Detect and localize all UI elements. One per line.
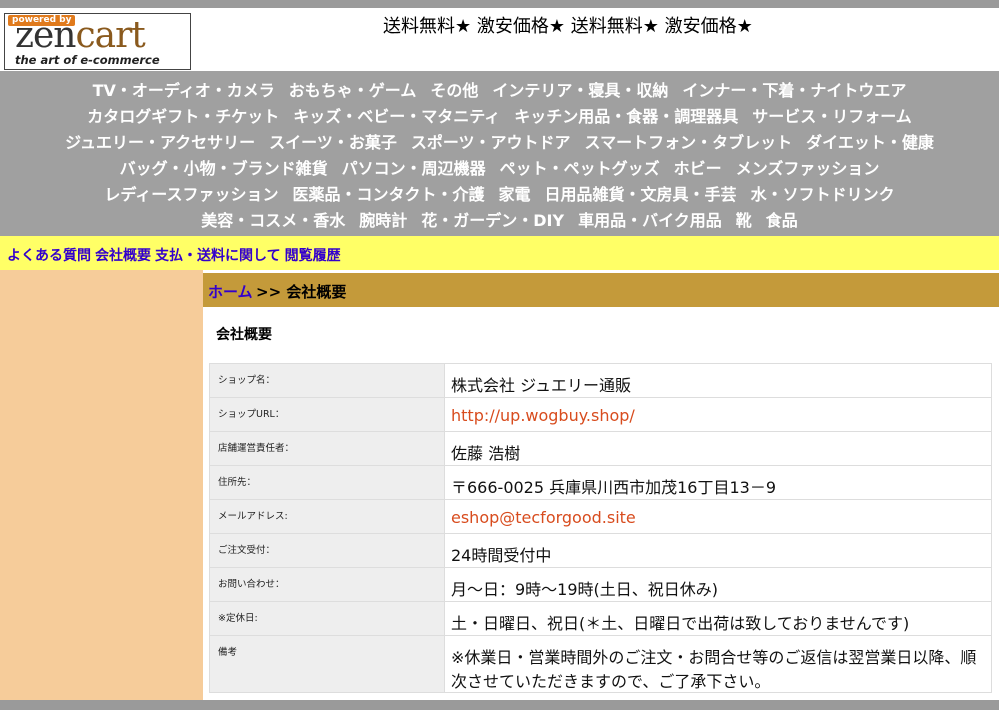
category-link[interactable]: ホビー: [674, 159, 722, 178]
category-row: ジュエリー・アクセサリー スイーツ・お菓子 スポーツ・アウトドア スマートフォン・タブ…: [0, 130, 999, 156]
category-row: バッグ・小物・ブランド雑貨 パソコン・周辺機器 ペット・ペットグッズ ホビー メンズファ…: [0, 156, 999, 182]
info-row: メールアドレス: eshop@tecforgood.site: [209, 499, 992, 534]
info-row: ショップ名： 株式会社 ジュエリー通販: [209, 363, 992, 398]
help-link[interactable]: 会社概要: [95, 248, 151, 264]
info-value: 24時間受付中: [444, 533, 992, 568]
category-link[interactable]: 家電: [499, 185, 531, 204]
category-row: 美容・コスメ・香水 腕時計 花・ガーデン・DIY 車用品・バイク用品靴食品: [0, 208, 999, 234]
category-nav: TV・オーディオ・カメラ おもちゃ・ゲーム その他 インテリア・寝具・収納 インナー・下…: [0, 71, 999, 236]
category-link[interactable]: 花・ガーデン・DIY: [421, 211, 564, 230]
category-link[interactable]: 食品: [766, 211, 798, 230]
logo-wordmark: zencart: [15, 15, 146, 56]
page-title: 会社概要: [216, 327, 272, 343]
category-link[interactable]: ペット・ペットグッズ: [500, 159, 660, 178]
category-link[interactable]: レディースファッション: [104, 185, 278, 204]
category-link[interactable]: キッチン用品・食器・調理器具: [514, 107, 738, 126]
category-link[interactable]: インテリア・寝具・収納: [492, 81, 668, 100]
info-value: 株式会社 ジュエリー通販: [444, 363, 992, 398]
category-link[interactable]: バッグ・小物・ブランド雑貨: [120, 159, 328, 178]
category-link[interactable]: 靴: [736, 211, 752, 230]
info-label: ショップ名：: [209, 363, 445, 398]
category-link[interactable]: 美容・コスメ・香水: [201, 211, 345, 230]
category-row: カタログギフト・チケット キッズ・ベビー・マタニティ キッチン用品・食器・調理器具サ…: [0, 104, 999, 130]
help-links-bar: よくある質問 会社概要 支払・送料に関して 閲覧履歴: [0, 236, 999, 270]
category-link[interactable]: カタログギフト・チケット: [87, 107, 279, 126]
category-link[interactable]: スイーツ・お菓子: [269, 133, 397, 152]
help-link[interactable]: 支払・送料に関して: [155, 248, 281, 264]
info-label: ご注文受付：: [209, 533, 445, 568]
category-link[interactable]: メンズファッション: [736, 159, 880, 178]
category-link[interactable]: キッズ・ベビー・マタニティ: [293, 107, 500, 126]
category-link[interactable]: 日用品雑貨・文房具・手芸: [545, 185, 737, 204]
footer-strip: [0, 700, 999, 710]
category-row: TV・オーディオ・カメラ おもちゃ・ゲーム その他 インテリア・寝具・収納 インナー・下…: [0, 78, 999, 104]
info-value: 土・日曜日、祝日(＊土、日曜日で出荷は致しておりませんです): [444, 601, 992, 636]
category-link[interactable]: スマートフォン・タブレット: [585, 133, 793, 152]
category-link[interactable]: 水・ソフトドリンク: [751, 185, 895, 204]
info-value: 月～日：9時～19時(土日、祝日休み): [444, 567, 992, 602]
logo-tagline: the art of e-commerce: [15, 53, 160, 67]
category-row: レディースファッション 医薬品・コンタクト・介護 家電 日用品雑貨・文房具・手芸 水・ソ…: [0, 182, 999, 208]
category-link[interactable]: パソコン・周辺機器: [342, 159, 486, 178]
category-link[interactable]: サービス・リフォーム: [752, 107, 912, 126]
category-link[interactable]: インナー・下着・ナイトウエア: [682, 81, 906, 100]
info-value: 〒666-0025 兵庫県川西市加茂16丁目13－9: [444, 465, 992, 500]
breadcrumb-home-link[interactable]: ホーム: [208, 281, 253, 302]
breadcrumb: ホーム >> 会社概要: [203, 273, 999, 307]
category-link[interactable]: スポーツ・アウトドア: [411, 133, 571, 152]
info-label: 店舗運営責任者：: [209, 431, 445, 466]
top-strip: [0, 0, 999, 8]
company-info-table: ショップ名： 株式会社 ジュエリー通販 ショップURL： http://up.wogb…: [209, 363, 992, 693]
info-value: ※休業日・営業時間外のご注文・お問合せ等のご返信は翌営業日以降、順次させていただ…: [444, 635, 992, 693]
breadcrumb-current: >> 会社概要: [256, 283, 347, 301]
help-link[interactable]: よくある質問: [7, 248, 91, 264]
category-link[interactable]: その他: [430, 81, 478, 100]
info-row: ご注文受付： 24時間受付中: [209, 533, 992, 568]
help-link[interactable]: 閲覧履歴: [285, 248, 341, 264]
category-link[interactable]: ジュエリー・アクセサリー: [65, 133, 255, 152]
info-row: 住所先： 〒666-0025 兵庫県川西市加茂16丁目13－9: [209, 465, 992, 500]
info-label: 備考: [209, 635, 445, 693]
category-link[interactable]: 車用品・バイク用品: [578, 211, 722, 230]
info-value-link[interactable]: eshop@tecforgood.site: [444, 499, 992, 534]
info-label: メールアドレス:: [209, 499, 445, 534]
info-value: 佐藤 浩樹: [444, 431, 992, 466]
info-label: ※定休日:: [209, 601, 445, 636]
category-link[interactable]: TV・オーディオ・カメラ: [93, 81, 275, 100]
info-row: ショップURL： http://up.wogbuy.shop/: [209, 397, 992, 432]
info-row: 店舗運営責任者： 佐藤 浩樹: [209, 431, 992, 466]
promo-banner: 送料無料★ 激安価格★ 送料無料★ 激安価格★: [383, 16, 753, 37]
category-link[interactable]: おもちゃ・ゲーム: [289, 81, 417, 100]
category-link[interactable]: 腕時計: [359, 211, 407, 230]
info-label: ショップURL：: [209, 397, 445, 432]
info-row: 備考 ※休業日・営業時間外のご注文・お問合せ等のご返信は翌営業日以降、順次させてい…: [209, 635, 992, 693]
category-link[interactable]: 医薬品・コンタクト・介護: [293, 185, 485, 204]
info-row: ※定休日: 土・日曜日、祝日(＊土、日曜日で出荷は致しておりませんです): [209, 601, 992, 636]
zencart-logo[interactable]: powered by zencart the art of e-commerce: [4, 13, 191, 70]
info-row: お問い合わせ： 月～日：9時～19時(土日、祝日休み): [209, 567, 992, 602]
info-label: お問い合わせ：: [209, 567, 445, 602]
category-link[interactable]: ダイエット・健康: [806, 133, 934, 152]
left-sidebar: [0, 270, 203, 700]
info-label: 住所先：: [209, 465, 445, 500]
info-value-link[interactable]: http://up.wogbuy.shop/: [444, 397, 992, 432]
